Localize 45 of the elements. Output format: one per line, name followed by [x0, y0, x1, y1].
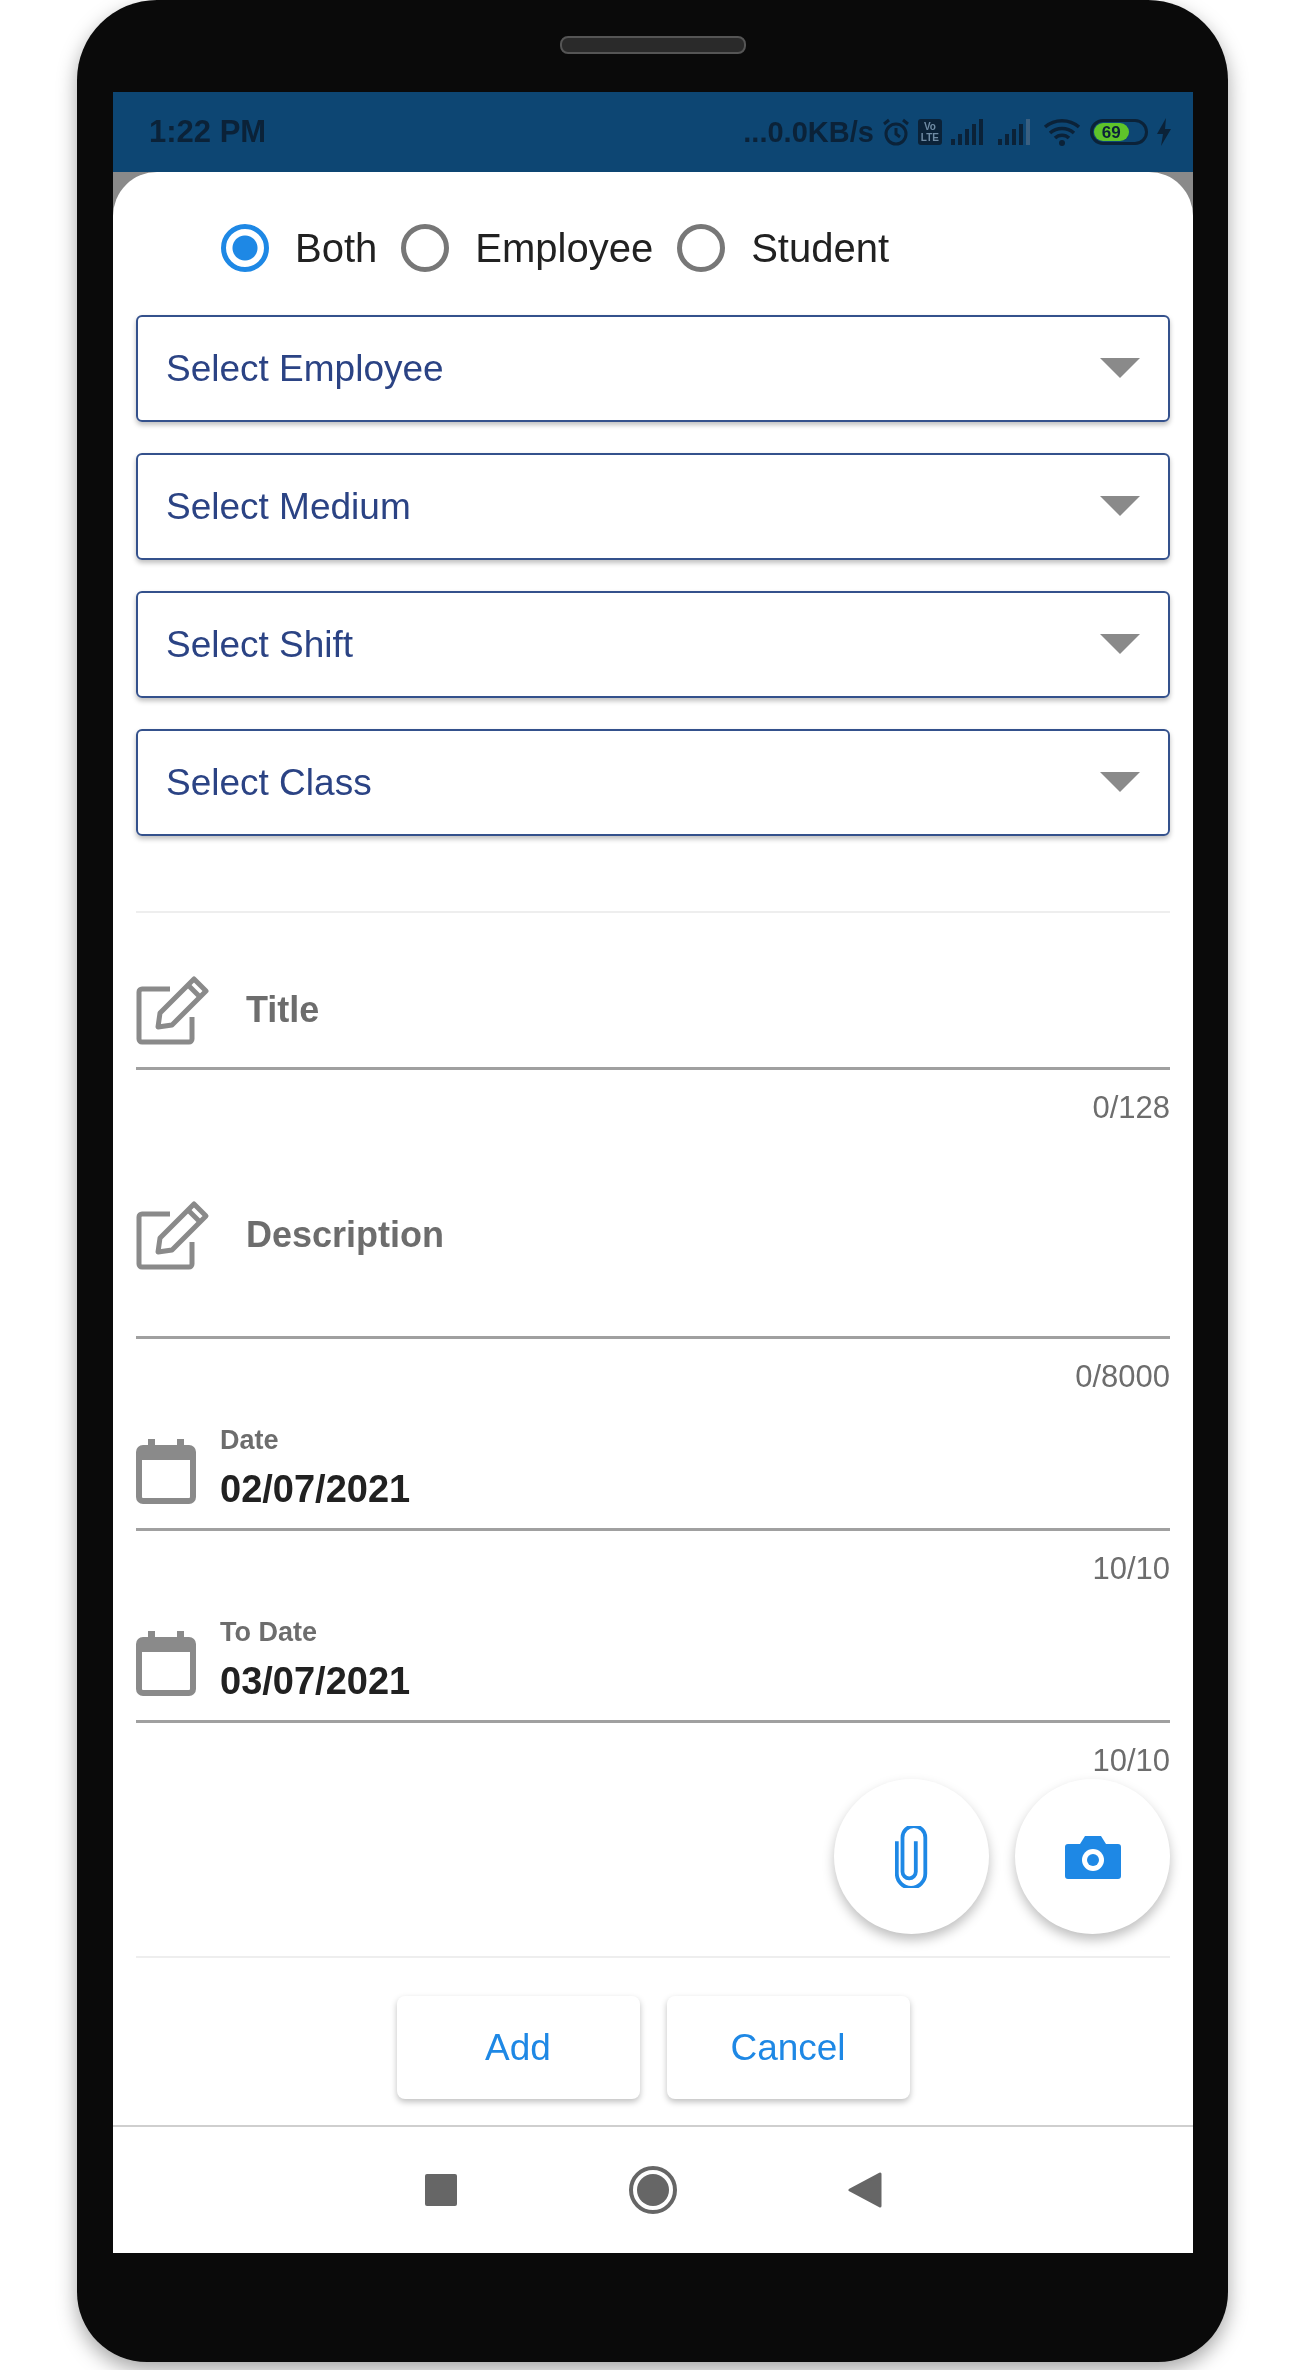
- date-value: 03/07/2021: [220, 1659, 411, 1704]
- character-counter: 10/10: [1091, 1551, 1170, 1587]
- radio-button[interactable]: [401, 224, 450, 272]
- field-label: Date: [220, 1424, 280, 1457]
- camera-icon: [1063, 1833, 1122, 1880]
- input-field[interactable]: Title: [136, 975, 1170, 1070]
- caret-icon: [1100, 771, 1140, 794]
- volte-badge: Vo LTE: [917, 119, 942, 145]
- character-counter: 0/128: [1091, 1090, 1170, 1126]
- action-button[interactable]: Cancel: [666, 1996, 910, 2099]
- recents-icon[interactable]: [424, 2173, 458, 2207]
- date-value: 02/07/2021: [220, 1467, 411, 1512]
- dropdown-field[interactable]: Select Class: [136, 729, 1170, 836]
- calendar-icon: [136, 1630, 196, 1696]
- camera-button[interactable]: [1015, 1779, 1170, 1934]
- action-button[interactable]: Add: [396, 1996, 640, 2099]
- wifi-icon: [1043, 117, 1083, 147]
- edit-icon: [136, 975, 212, 1045]
- character-counter: 10/10: [1091, 1743, 1170, 1779]
- calendar-icon: [136, 1438, 196, 1504]
- radio-label[interactable]: Employee: [475, 225, 654, 271]
- home-icon[interactable]: [628, 2165, 678, 2215]
- input-field[interactable]: Description: [136, 1200, 1170, 1339]
- network-speed: ...0.0KB/s: [743, 115, 874, 149]
- date-field[interactable]: Date 02/07/2021: [136, 1422, 1170, 1531]
- caret-icon: [1100, 357, 1140, 380]
- radio-button[interactable]: [677, 224, 726, 272]
- alarm-icon: [880, 117, 911, 147]
- attach-button[interactable]: [834, 1779, 989, 1934]
- character-counter: 0/8000: [1074, 1359, 1170, 1395]
- radio-label[interactable]: Both: [295, 225, 378, 271]
- caret-icon: [1100, 633, 1140, 656]
- battery-level: 69: [1094, 123, 1129, 141]
- caret-icon: [1100, 495, 1140, 518]
- radio-button[interactable]: [221, 224, 269, 272]
- status-time: 1:22 PM: [149, 114, 267, 150]
- radio-label[interactable]: Student: [751, 225, 890, 271]
- dropdown-field[interactable]: Select Medium: [136, 453, 1170, 560]
- dropdown-field[interactable]: Select Employee: [136, 315, 1170, 422]
- dropdown-field[interactable]: Select Shift: [136, 591, 1170, 698]
- paperclip-icon: [894, 1825, 929, 1888]
- charging-icon: [1155, 117, 1173, 147]
- back-icon[interactable]: [848, 2172, 882, 2208]
- field-label: To Date: [220, 1616, 318, 1649]
- date-field[interactable]: To Date 03/07/2021: [136, 1614, 1170, 1723]
